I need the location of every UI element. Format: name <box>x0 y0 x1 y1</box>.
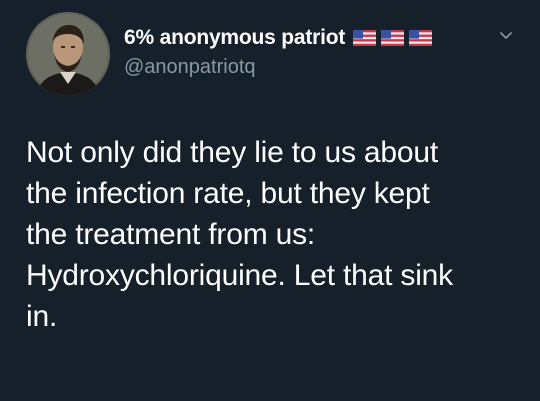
us-flag-icon <box>381 30 405 46</box>
tweet-text-line: the treatment from us: <box>26 218 316 251</box>
avatar[interactable] <box>26 12 110 96</box>
tweet-text-line: Not only did they lie to us about <box>26 136 438 169</box>
us-flag-icon <box>353 30 377 46</box>
display-name[interactable]: 6% anonymous patriot <box>124 26 345 50</box>
chevron-down-icon[interactable] <box>498 28 514 44</box>
tweet-card: 6% anonymous patriot @anonpatriotq Not o… <box>0 0 540 401</box>
avatar-portrait-icon <box>26 12 110 96</box>
tweet-text-line: in. <box>26 300 58 333</box>
tweet-text-line: Hydroxychloriquine. Let that sink <box>26 259 453 292</box>
name-row: 6% anonymous patriot <box>124 24 437 52</box>
user-handle[interactable]: @anonpatriotq <box>124 56 256 79</box>
tweet-meta-cutoff <box>26 392 426 401</box>
tweet-text: Not only did they lie to us about the in… <box>26 132 526 337</box>
tweet-text-line: the infection rate, but they kept <box>26 177 430 210</box>
us-flag-icon <box>409 30 433 46</box>
flag-emojis <box>353 30 437 46</box>
